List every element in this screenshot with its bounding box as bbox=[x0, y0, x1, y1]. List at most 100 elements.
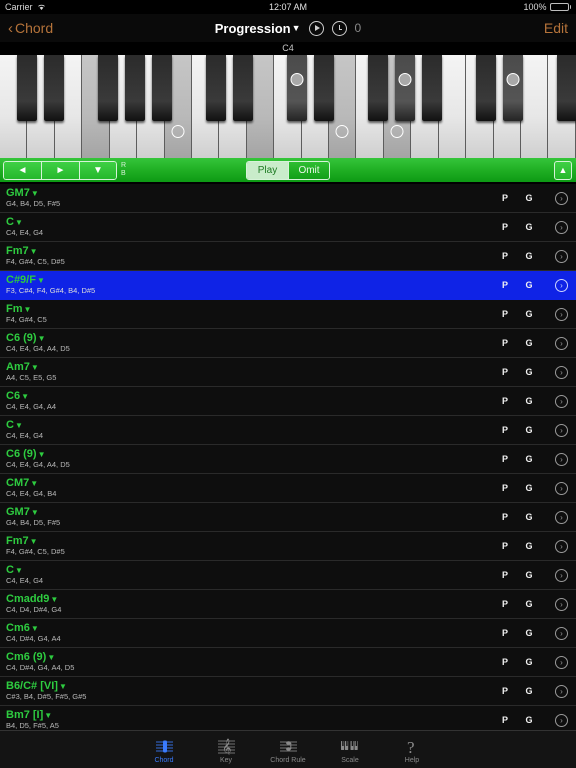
chord-name[interactable]: Cm6 (9) ▼ bbox=[6, 652, 74, 663]
guitar-action-button[interactable]: G bbox=[517, 570, 541, 580]
chevron-right-circle-icon[interactable]: › bbox=[555, 568, 568, 582]
chevron-right-circle-icon[interactable]: › bbox=[555, 626, 568, 640]
white-key-4[interactable] bbox=[109, 55, 138, 158]
arrow-right-icon[interactable]: ► bbox=[41, 160, 79, 180]
guitar-action-button[interactable]: G bbox=[517, 541, 541, 551]
caret-up-icon[interactable]: ▲ bbox=[554, 160, 572, 180]
chord-name[interactable]: Am7 ▼ bbox=[6, 362, 56, 373]
piano-action-button[interactable]: P bbox=[493, 425, 517, 435]
chord-name[interactable]: C ▼ bbox=[6, 420, 43, 431]
chevron-right-circle-icon[interactable]: › bbox=[555, 220, 568, 234]
chord-row[interactable]: Cm6 (9) ▼ C4, D#4, G4, A4, D5 P G › bbox=[0, 648, 576, 677]
piano-action-button[interactable]: P bbox=[493, 338, 517, 348]
chord-row[interactable]: GM7 ▼ G4, B4, D5, F#5 P G › bbox=[0, 184, 576, 213]
guitar-action-button[interactable]: G bbox=[517, 396, 541, 406]
piano-keyboard[interactable] bbox=[0, 55, 576, 158]
guitar-action-button[interactable]: G bbox=[517, 367, 541, 377]
white-key-1[interactable] bbox=[27, 55, 55, 158]
piano-action-button[interactable]: P bbox=[493, 367, 517, 377]
white-key-9[interactable] bbox=[246, 55, 275, 158]
chord-row[interactable]: CM7 ▼ C4, E4, G4, B4 P G › bbox=[0, 474, 576, 503]
chord-row[interactable]: C ▼ C4, E4, G4 P G › bbox=[0, 416, 576, 445]
play-segment[interactable]: Play bbox=[247, 161, 288, 179]
chord-name[interactable]: C#9/F ▼ bbox=[6, 275, 95, 286]
guitar-action-button[interactable]: G bbox=[517, 715, 541, 725]
piano-action-button[interactable]: P bbox=[493, 309, 517, 319]
chevron-right-circle-icon[interactable]: › bbox=[555, 365, 568, 379]
guitar-action-button[interactable]: G bbox=[517, 280, 541, 290]
chord-name[interactable]: C6 ▼ bbox=[6, 391, 56, 402]
white-key-10[interactable] bbox=[274, 55, 302, 158]
chevron-down-icon[interactable]: ▼ bbox=[15, 420, 23, 431]
guitar-action-button[interactable]: G bbox=[517, 338, 541, 348]
white-key-0[interactable] bbox=[0, 55, 28, 158]
white-key-7[interactable] bbox=[191, 55, 220, 158]
tab-key[interactable]: 𝄞 Key bbox=[195, 736, 257, 764]
chevron-right-circle-icon[interactable]: › bbox=[555, 249, 568, 263]
chevron-down-icon[interactable]: ▼ bbox=[15, 217, 23, 228]
chevron-right-circle-icon[interactable]: › bbox=[555, 684, 568, 698]
chevron-right-circle-icon[interactable]: › bbox=[555, 191, 568, 205]
chevron-right-circle-icon[interactable]: › bbox=[555, 597, 568, 611]
chevron-right-circle-icon[interactable]: › bbox=[555, 539, 568, 553]
white-key-6[interactable] bbox=[164, 55, 192, 158]
chevron-right-circle-icon[interactable]: › bbox=[555, 452, 568, 466]
chord-name[interactable]: Fm7 ▼ bbox=[6, 536, 65, 547]
white-key-15[interactable] bbox=[411, 55, 439, 158]
chord-name[interactable]: CM7 ▼ bbox=[6, 478, 56, 489]
guitar-action-button[interactable]: G bbox=[517, 686, 541, 696]
chord-name[interactable]: B6/C# [VI] ▼ bbox=[6, 681, 86, 692]
guitar-action-button[interactable]: G bbox=[517, 309, 541, 319]
chevron-down-icon[interactable]: ▼ bbox=[15, 565, 23, 576]
omit-segment[interactable]: Omit bbox=[288, 161, 329, 179]
tab-chord-rule[interactable]: Chord Rule bbox=[257, 736, 319, 764]
chevron-right-circle-icon[interactable]: › bbox=[555, 278, 568, 292]
white-key-18[interactable] bbox=[493, 55, 522, 158]
chevron-right-circle-icon[interactable]: › bbox=[555, 394, 568, 408]
chord-name[interactable]: Fm7 ▼ bbox=[6, 246, 65, 257]
chord-list[interactable]: GM7 ▼ G4, B4, D5, F#5 P G › C ▼ C4, E4, G4 P G › Fm7… bbox=[0, 184, 576, 730]
chevron-right-circle-icon[interactable]: › bbox=[555, 307, 568, 321]
piano-action-button[interactable]: P bbox=[493, 454, 517, 464]
white-key-19[interactable] bbox=[521, 55, 549, 158]
chevron-down-icon[interactable]: ▼ bbox=[30, 478, 38, 489]
chord-name[interactable]: C6 (9) ▼ bbox=[6, 333, 70, 344]
chevron-down-icon[interactable]: ▼ bbox=[31, 188, 39, 199]
chevron-down-icon[interactable]: ▼ bbox=[59, 681, 67, 692]
chevron-down-icon[interactable]: ▼ bbox=[38, 333, 46, 344]
chord-row[interactable]: Cm6 ▼ C4, D#4, G4, A4 P G › bbox=[0, 619, 576, 648]
chevron-right-circle-icon[interactable]: › bbox=[555, 655, 568, 669]
tab-chord[interactable]: Chord bbox=[133, 736, 195, 764]
guitar-action-button[interactable]: G bbox=[517, 454, 541, 464]
piano-action-button[interactable]: P bbox=[493, 570, 517, 580]
chevron-right-circle-icon[interactable]: › bbox=[555, 481, 568, 495]
piano-action-button[interactable]: P bbox=[493, 396, 517, 406]
piano-action-button[interactable]: P bbox=[493, 251, 517, 261]
chord-row[interactable]: Fm7 ▼ F4, G#4, C5, D#5 P G › bbox=[0, 532, 576, 561]
chord-row[interactable]: Bm7 [I] ▼ B4, D5, F#5, A5 P G › bbox=[0, 706, 576, 730]
chevron-down-icon[interactable]: ▼ bbox=[38, 449, 46, 460]
guitar-action-button[interactable]: G bbox=[517, 512, 541, 522]
chevron-down-icon[interactable]: ▼ bbox=[47, 652, 55, 663]
piano-action-button[interactable]: P bbox=[493, 541, 517, 551]
piano-action-button[interactable]: P bbox=[493, 193, 517, 203]
chord-row[interactable]: B6/C# [VI] ▼ C#3, B4, D#5, F#5, G#5 P G › bbox=[0, 677, 576, 706]
chord-name[interactable]: C ▼ bbox=[6, 565, 43, 576]
arrow-left-icon[interactable]: ◄ bbox=[3, 160, 41, 180]
chevron-down-icon[interactable]: ▼ bbox=[44, 710, 52, 721]
chord-name[interactable]: Fm ▼ bbox=[6, 304, 47, 315]
tab-help[interactable]: ? Help bbox=[381, 736, 443, 764]
white-key-13[interactable] bbox=[356, 55, 384, 158]
chevron-right-circle-icon[interactable]: › bbox=[555, 423, 568, 437]
back-button[interactable]: ‹ Chord bbox=[8, 20, 53, 36]
chevron-right-circle-icon[interactable]: › bbox=[555, 713, 568, 727]
chevron-down-icon[interactable]: ▼ bbox=[50, 594, 58, 605]
chevron-down-icon[interactable]: ▼ bbox=[24, 304, 32, 315]
chord-name[interactable]: Cmadd9 ▼ bbox=[6, 594, 61, 605]
chord-row[interactable]: C6 ▼ C4, E4, G4, A4 P G › bbox=[0, 387, 576, 416]
progression-dropdown[interactable]: Progression ▼ bbox=[215, 21, 301, 36]
guitar-action-button[interactable]: G bbox=[517, 425, 541, 435]
chord-name[interactable]: GM7 ▼ bbox=[6, 507, 60, 518]
chord-row[interactable]: C#9/F ▼ F3, C#4, F4, G#4, B4, D#5 P G › bbox=[0, 271, 576, 300]
guitar-action-button[interactable]: G bbox=[517, 193, 541, 203]
